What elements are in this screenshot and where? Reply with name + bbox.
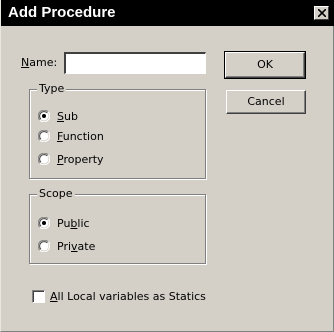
scope-group: Scope Public Private (29, 187, 206, 264)
statics-checkbox[interactable] (32, 290, 45, 303)
radio-label-private: Private (57, 240, 96, 253)
radio-label-function: Function (57, 130, 104, 143)
close-button[interactable] (314, 6, 329, 20)
radio-button[interactable] (38, 130, 50, 142)
statics-checkbox-label: All Local variables as Statics (50, 290, 206, 303)
title-bar[interactable]: Add Procedure (1, 0, 334, 26)
cancel-button[interactable]: Cancel (226, 90, 306, 114)
radio-button-selected[interactable] (38, 110, 50, 122)
radio-label-sub: Sub (57, 110, 78, 123)
add-procedure-dialog: Add Procedure Name: OK Cancel Type Sub F… (0, 0, 334, 332)
close-icon (318, 9, 326, 17)
type-group: Type Sub Function Property (29, 82, 206, 179)
scope-group-label: Scope (37, 187, 75, 201)
window-title: Add Procedure (8, 4, 116, 21)
radio-button[interactable] (38, 240, 50, 252)
ok-button[interactable]: OK (224, 51, 306, 79)
radio-button[interactable] (38, 153, 50, 165)
radio-label-public: Public (57, 217, 90, 230)
type-group-label: Type (37, 82, 67, 96)
name-field[interactable] (64, 52, 206, 74)
radio-button-selected[interactable] (38, 217, 50, 229)
radio-label-property: Property (57, 153, 104, 166)
name-label: Name: (21, 56, 58, 69)
